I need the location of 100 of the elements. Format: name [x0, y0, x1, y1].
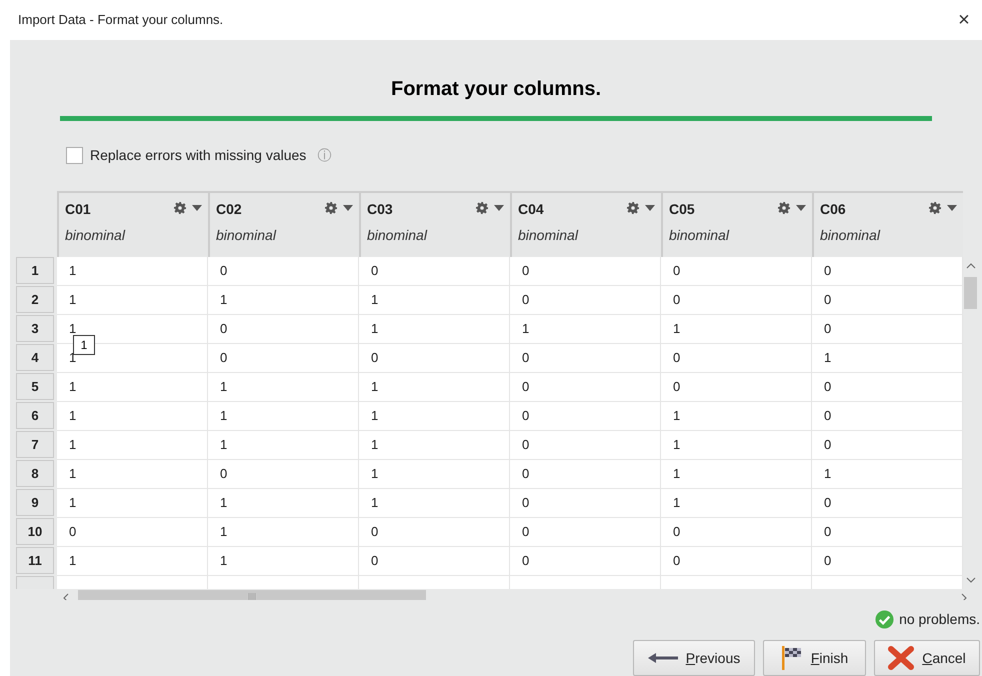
table-cell: 0	[510, 256, 661, 285]
table-cell: 0	[510, 286, 661, 314]
scroll-down-icon[interactable]	[966, 576, 976, 583]
check-circle-icon	[875, 610, 894, 628]
table-cell: 1	[208, 518, 359, 546]
gear-icon[interactable]	[174, 202, 186, 214]
row-number: 9	[16, 488, 54, 516]
table-cell: 0	[359, 344, 510, 372]
table-cell: 0	[661, 546, 812, 575]
column-name: C05	[669, 200, 695, 219]
caret-down-icon[interactable]	[947, 204, 957, 211]
table-cell: 0	[510, 518, 661, 546]
table-cell: 0	[510, 402, 661, 430]
row-number: 7	[16, 430, 54, 458]
caret-down-icon[interactable]	[494, 204, 504, 211]
caret-down-icon[interactable]	[796, 204, 806, 211]
close-button[interactable]: ×	[952, 8, 976, 32]
table-cell: 1	[208, 402, 359, 430]
gear-icon[interactable]	[778, 202, 790, 214]
column-name: C02	[216, 200, 242, 219]
table-cell: 1	[510, 314, 661, 343]
table-cell: 0	[510, 488, 661, 517]
table-cell: 1	[359, 286, 510, 314]
scroll-right-icon[interactable]	[961, 592, 967, 600]
table-cell: 1	[359, 460, 510, 488]
table-cell: 1	[359, 488, 510, 517]
table-cell: 0	[208, 256, 359, 285]
gear-icon[interactable]	[929, 202, 941, 214]
table-cell: 1	[57, 430, 208, 459]
cancel-button[interactable]: Cancel	[874, 640, 980, 676]
row-number: 1	[16, 256, 54, 284]
table-cell: 1	[661, 488, 812, 517]
caret-down-icon[interactable]	[192, 204, 202, 211]
table-cell: 1	[661, 460, 812, 488]
caret-down-icon[interactable]	[645, 204, 655, 211]
table-cell: 1	[359, 372, 510, 401]
table-cell: 0	[510, 344, 661, 372]
table-cell: 1	[208, 372, 359, 401]
gear-icon[interactable]	[476, 202, 488, 214]
row-number: 6	[16, 402, 54, 429]
cross-icon	[888, 646, 914, 670]
table-cell: 1	[208, 546, 359, 575]
table-cell: 1	[57, 372, 208, 401]
row-number: 8	[16, 460, 54, 487]
column-name: C03	[367, 200, 393, 219]
info-icon: ⓘ	[317, 145, 332, 166]
table-cell: 0	[510, 372, 661, 401]
table-cell: 1	[57, 488, 208, 517]
caret-down-icon[interactable]	[343, 204, 353, 211]
table-cell: 0	[208, 344, 359, 372]
table-cell: 0	[510, 546, 661, 575]
table-cell: 1	[57, 460, 208, 488]
table-cell: 0	[208, 314, 359, 343]
gear-icon[interactable]	[627, 202, 639, 214]
row-number: 3	[16, 314, 54, 342]
column-type: binominal	[367, 226, 427, 245]
table-cell: 0	[57, 518, 208, 546]
table-cell: 1	[359, 430, 510, 459]
table-cell: 1	[57, 256, 208, 285]
table-cell: 0	[661, 286, 812, 314]
table-cell: 1	[359, 314, 510, 343]
table-cell: 1	[57, 546, 208, 575]
table-cell: 0	[208, 460, 359, 488]
previous-button[interactable]: Previous	[633, 640, 755, 676]
table-cell: 1	[661, 314, 812, 343]
table-cell: 1	[661, 402, 812, 430]
table-cell: 1	[208, 430, 359, 459]
table-cell: 1	[661, 430, 812, 459]
checkered-flag-icon	[780, 646, 803, 670]
gear-icon[interactable]	[325, 202, 337, 214]
finish-button[interactable]: Finish	[763, 640, 866, 676]
table-cell: 1	[359, 402, 510, 430]
table-cell: 0	[661, 518, 812, 546]
row-number: 4	[16, 344, 54, 371]
column-type: binominal	[65, 226, 125, 245]
table-cell: 0	[661, 344, 812, 372]
grip-icon	[248, 592, 256, 600]
table-cell: 1	[208, 286, 359, 314]
column-type: binominal	[518, 226, 578, 245]
table-cell: 1	[208, 488, 359, 517]
page-heading: Format your columns.	[390, 77, 602, 102]
row-number: 5	[16, 372, 54, 400]
column-name: C06	[820, 200, 846, 219]
column-type: binominal	[820, 226, 880, 245]
table-cell: 0	[661, 372, 812, 401]
scroll-thumb[interactable]	[964, 276, 977, 309]
row-number: 2	[16, 286, 54, 313]
column-type: binominal	[216, 226, 276, 245]
scroll-left-icon[interactable]	[63, 592, 69, 600]
column-name: C04	[518, 200, 544, 219]
table-cell: 0	[359, 518, 510, 546]
left-arrow-icon	[648, 653, 678, 663]
status-text: no problems.	[899, 610, 980, 629]
checkbox[interactable]	[66, 147, 83, 164]
table-cell: 0	[359, 546, 510, 575]
scroll-up-icon[interactable]	[966, 262, 976, 269]
column-type: binominal	[669, 226, 729, 245]
window-title: Import Data - Format your columns.	[18, 11, 224, 30]
table-cell: 1	[57, 286, 208, 314]
table-cell: 0	[359, 256, 510, 285]
